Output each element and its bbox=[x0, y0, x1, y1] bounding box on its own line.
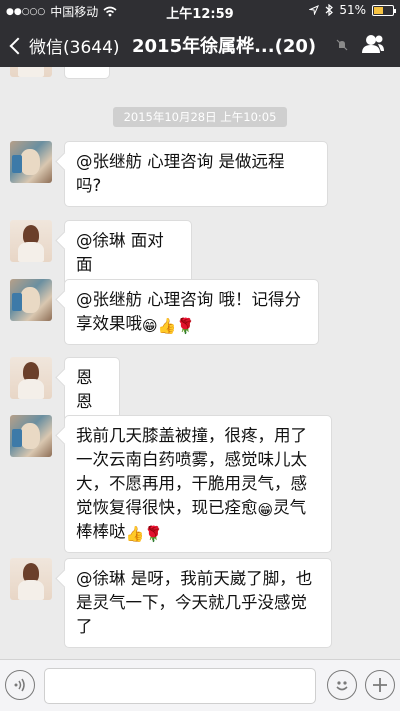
grin-icon: 😁 bbox=[257, 501, 274, 519]
rose-icon: 🌹 bbox=[144, 525, 163, 543]
back-chevron-icon bbox=[9, 37, 27, 54]
timestamp: 2015年10月28日 上午10:05 bbox=[113, 107, 287, 127]
input-bar bbox=[0, 659, 400, 711]
message-bubble[interactable]: @徐琳 面对面 bbox=[64, 220, 192, 286]
message-text: @徐琳 面对面 bbox=[76, 231, 164, 274]
avatar[interactable] bbox=[10, 415, 52, 457]
thumbs-up-icon: 👍 bbox=[157, 317, 177, 335]
plus-icon bbox=[373, 678, 387, 692]
message-bubble[interactable]: @张继舫 心理咨询 是做远程 吗? bbox=[64, 141, 328, 207]
message-text: @张继舫 心理咨询 是做远程 吗? bbox=[76, 152, 285, 195]
message-text: 恩恩 bbox=[76, 368, 93, 411]
plus-button[interactable] bbox=[365, 670, 395, 700]
avatar[interactable] bbox=[10, 220, 52, 262]
battery-fill bbox=[374, 6, 383, 14]
message-bubble[interactable]: @张继舫 心理咨询 哦！记得分 享效果哦😁👍🌹 bbox=[64, 279, 319, 345]
emoji-button[interactable] bbox=[327, 670, 357, 700]
grin-icon: 😁 bbox=[142, 317, 158, 335]
avatar[interactable] bbox=[10, 279, 52, 321]
back-button[interactable]: 微信(3644) bbox=[8, 33, 120, 58]
chat-title: 2015年徐属桦...(20) bbox=[132, 36, 317, 57]
group-members-icon[interactable] bbox=[361, 33, 385, 55]
battery-icon bbox=[372, 4, 396, 16]
avatar[interactable] bbox=[10, 558, 52, 600]
battery-percent: 51% bbox=[339, 3, 366, 17]
back-label: 微信(3644) bbox=[29, 38, 120, 58]
thumbs-up-icon: 👍 bbox=[125, 525, 145, 543]
message-bubble[interactable]: 恩恩 bbox=[64, 357, 120, 423]
avatar[interactable] bbox=[10, 67, 52, 77]
avatar[interactable] bbox=[10, 141, 52, 183]
location-icon bbox=[309, 5, 320, 15]
rose-icon: 🌹 bbox=[176, 317, 196, 335]
mute-icon bbox=[336, 39, 348, 51]
message-bubble[interactable] bbox=[64, 67, 110, 79]
message-bubble[interactable]: 我前几天膝盖被撞，很疼，用了 一次云南白药喷雾，感觉味儿太 大，不愿再用，干脆用… bbox=[64, 415, 332, 553]
message-text: @徐琳 是呀，我前天崴了脚，也 是灵气一下，今天就几乎没感觉 了 bbox=[76, 569, 313, 636]
voice-icon bbox=[14, 678, 25, 692]
bluetooth-icon bbox=[325, 4, 334, 16]
chat-area[interactable]: 2015年10月28日 上午10:05 @张继舫 心理咨询 是做远程 吗? @徐… bbox=[0, 67, 400, 659]
message-bubble[interactable]: @徐琳 是呀，我前天崴了脚，也 是灵气一下，今天就几乎没感觉 了 bbox=[64, 558, 332, 648]
voice-button[interactable] bbox=[5, 670, 35, 700]
emoji-icon bbox=[336, 681, 348, 691]
avatar[interactable] bbox=[10, 357, 52, 399]
status-bar: ●●○○○ 中国移动 上午12:59 51% bbox=[0, 0, 400, 22]
message-input[interactable] bbox=[44, 668, 316, 704]
chat-nav-bar: 微信(3644) 2015年徐属桦...(20) bbox=[0, 22, 400, 67]
